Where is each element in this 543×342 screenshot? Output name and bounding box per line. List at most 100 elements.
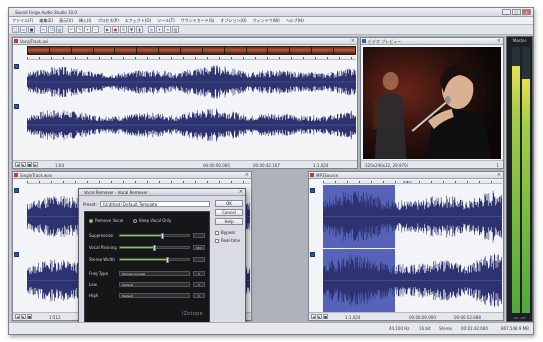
- time-ruler[interactable]: [27, 180, 250, 184]
- video-preview-window[interactable]: ビデオ プレビュー × 320x240x32, 29.970i 1: [360, 37, 504, 169]
- close-icon[interactable]: ×: [497, 172, 501, 178]
- stop-icon[interactable]: ■: [27, 314, 32, 319]
- close-icon[interactable]: ×: [245, 172, 249, 178]
- play-icon[interactable]: ▶: [21, 162, 26, 167]
- channel-2-controls[interactable]: [310, 252, 322, 259]
- slider-knob[interactable]: [152, 245, 156, 251]
- panel-title-bar[interactable]: MP3Source ×: [309, 172, 503, 179]
- channel-button[interactable]: [14, 188, 19, 193]
- menu-effects[interactable]: エフェクト(O): [125, 17, 151, 24]
- menu-insert[interactable]: 挿入(I): [79, 17, 91, 24]
- vocal-remover-dialog[interactable]: Vocal Remover - Vocal Remover × Preset: …: [78, 188, 246, 328]
- zoom-out-icon[interactable]: −: [92, 26, 99, 33]
- copy-icon[interactable]: ❐: [48, 26, 55, 33]
- channel-button[interactable]: [14, 104, 19, 109]
- rewind-icon[interactable]: ◀: [15, 162, 20, 167]
- dropdown-arrow-icon[interactable]: ▾: [193, 271, 205, 276]
- menu-help[interactable]: ヘルプ(H): [286, 17, 304, 24]
- dialog-title-bar[interactable]: Vocal Remover - Vocal Remover ×: [79, 189, 245, 196]
- meter-icon[interactable]: ▥: [172, 26, 179, 33]
- ok-button[interactable]: OK: [215, 200, 243, 207]
- mixer-icon[interactable]: ≡: [164, 26, 171, 33]
- save-icon[interactable]: ■: [28, 26, 35, 33]
- slider-knob[interactable]: [160, 233, 164, 239]
- checkbox-box[interactable]: [215, 238, 219, 243]
- time-ruler[interactable]: [27, 56, 356, 60]
- channel-1-controls[interactable]: [310, 188, 322, 195]
- maximize-button[interactable]: □: [512, 9, 521, 15]
- channel-1-controls[interactable]: [14, 64, 26, 71]
- channel-2-controls[interactable]: [14, 252, 26, 259]
- new-icon[interactable]: □: [12, 26, 19, 33]
- high-select[interactable]: Default: [119, 293, 190, 298]
- close-icon[interactable]: ×: [497, 38, 501, 44]
- keep-vocal-radio[interactable]: Keep Vocal Only: [133, 218, 171, 223]
- record-icon[interactable]: ●: [112, 26, 119, 33]
- dropdown-arrow-icon[interactable]: ▾: [193, 282, 205, 287]
- play-icon[interactable]: ▶: [104, 26, 111, 33]
- channel-2-controls[interactable]: [14, 104, 26, 111]
- marker-icon[interactable]: ▼: [128, 26, 135, 33]
- data-window-vocaltrack[interactable]: VocalTrack.avi × ◀ ▶ ■ ▶ 1:64 00:00:00.0…: [12, 37, 358, 169]
- video-strip[interactable]: [27, 46, 356, 55]
- waveform-channel-1[interactable]: [323, 185, 502, 248]
- time-ruler[interactable]: BASIC: [323, 180, 502, 184]
- help-button[interactable]: Help: [215, 218, 243, 225]
- effect-icon[interactable]: ✦: [156, 26, 163, 33]
- low-select[interactable]: Default: [119, 282, 190, 287]
- menu-file[interactable]: ファイル(F): [12, 17, 33, 24]
- open-icon[interactable]: ▭: [20, 26, 27, 33]
- play-icon[interactable]: ▶: [317, 314, 322, 319]
- menu-options[interactable]: オプション(O): [220, 17, 246, 24]
- suppression-slider[interactable]: [119, 233, 190, 239]
- rewind-icon[interactable]: ◀: [311, 314, 316, 319]
- menu-process[interactable]: プロセス(P): [97, 17, 119, 24]
- play-icon[interactable]: ▶: [21, 314, 26, 319]
- forward-icon[interactable]: ▶: [33, 162, 38, 167]
- bypass-checkbox[interactable]: Bypass: [215, 230, 235, 235]
- menu-tools[interactable]: ツール(T): [157, 17, 175, 24]
- menu-edit[interactable]: 編集(E): [39, 17, 53, 24]
- region-icon[interactable]: ▮: [136, 26, 143, 33]
- redo-icon[interactable]: ↷: [76, 26, 83, 33]
- channel-button[interactable]: [14, 252, 19, 257]
- cut-icon[interactable]: ✂: [40, 26, 47, 33]
- stereo-width-slider[interactable]: [119, 257, 190, 263]
- close-icon[interactable]: ×: [351, 38, 355, 44]
- channel-button[interactable]: [310, 252, 315, 257]
- panel-title-bar[interactable]: SingleTrack.wav ×: [13, 172, 251, 179]
- stop-icon[interactable]: ■: [27, 162, 32, 167]
- remove-vocal-radio[interactable]: Remove Vocal: [89, 218, 123, 223]
- waveform-channel-2[interactable]: [27, 104, 356, 146]
- burn-icon[interactable]: ◎: [148, 26, 155, 33]
- loop-icon[interactable]: ↻: [120, 26, 127, 33]
- undo-icon[interactable]: ↶: [68, 26, 75, 33]
- paste-icon[interactable]: ▤: [56, 26, 63, 33]
- data-window-mp3source[interactable]: MP3Source × BASIC ◀ ▶ ■ 1:1,024 00:00:00…: [308, 171, 504, 321]
- close-button[interactable]: ×: [522, 9, 531, 15]
- channel-button[interactable]: [310, 188, 315, 193]
- waveform-channel-1[interactable]: [27, 61, 356, 103]
- checkbox-box[interactable]: [215, 230, 219, 235]
- channel-button[interactable]: [14, 64, 19, 69]
- waveform-channel-2[interactable]: [323, 249, 502, 312]
- close-icon[interactable]: ×: [239, 189, 243, 195]
- preset-dropdown[interactable]: (Untitled) Default Template: [99, 201, 210, 207]
- zoom-in-icon[interactable]: +: [84, 26, 91, 33]
- slider-knob[interactable]: [166, 257, 170, 263]
- cancel-button[interactable]: Cancel: [215, 209, 243, 216]
- rewind-icon[interactable]: ◀: [15, 314, 20, 319]
- stop-icon[interactable]: ■: [323, 314, 328, 319]
- menu-soundcard[interactable]: サウンドカード(S): [181, 17, 215, 24]
- dropdown-arrow-icon[interactable]: ▾: [193, 293, 205, 298]
- menu-view[interactable]: 表示(V): [59, 17, 73, 24]
- vocal-panning-slider[interactable]: [119, 245, 190, 251]
- minimize-button[interactable]: _: [502, 9, 511, 15]
- panel-title-bar[interactable]: VocalTrack.avi ×: [13, 38, 357, 45]
- freq-type-select[interactable]: Female Vocalist: [119, 271, 190, 276]
- panel-title-bar[interactable]: ビデオ プレビュー ×: [361, 38, 503, 45]
- playbar-level-meters[interactable]: Master -Inf. -Inf.: [506, 36, 533, 322]
- menu-window[interactable]: ウィンドウ(W): [253, 17, 280, 24]
- channel-1-controls[interactable]: [14, 188, 26, 195]
- realtime-checkbox[interactable]: Real-time: [215, 238, 240, 243]
